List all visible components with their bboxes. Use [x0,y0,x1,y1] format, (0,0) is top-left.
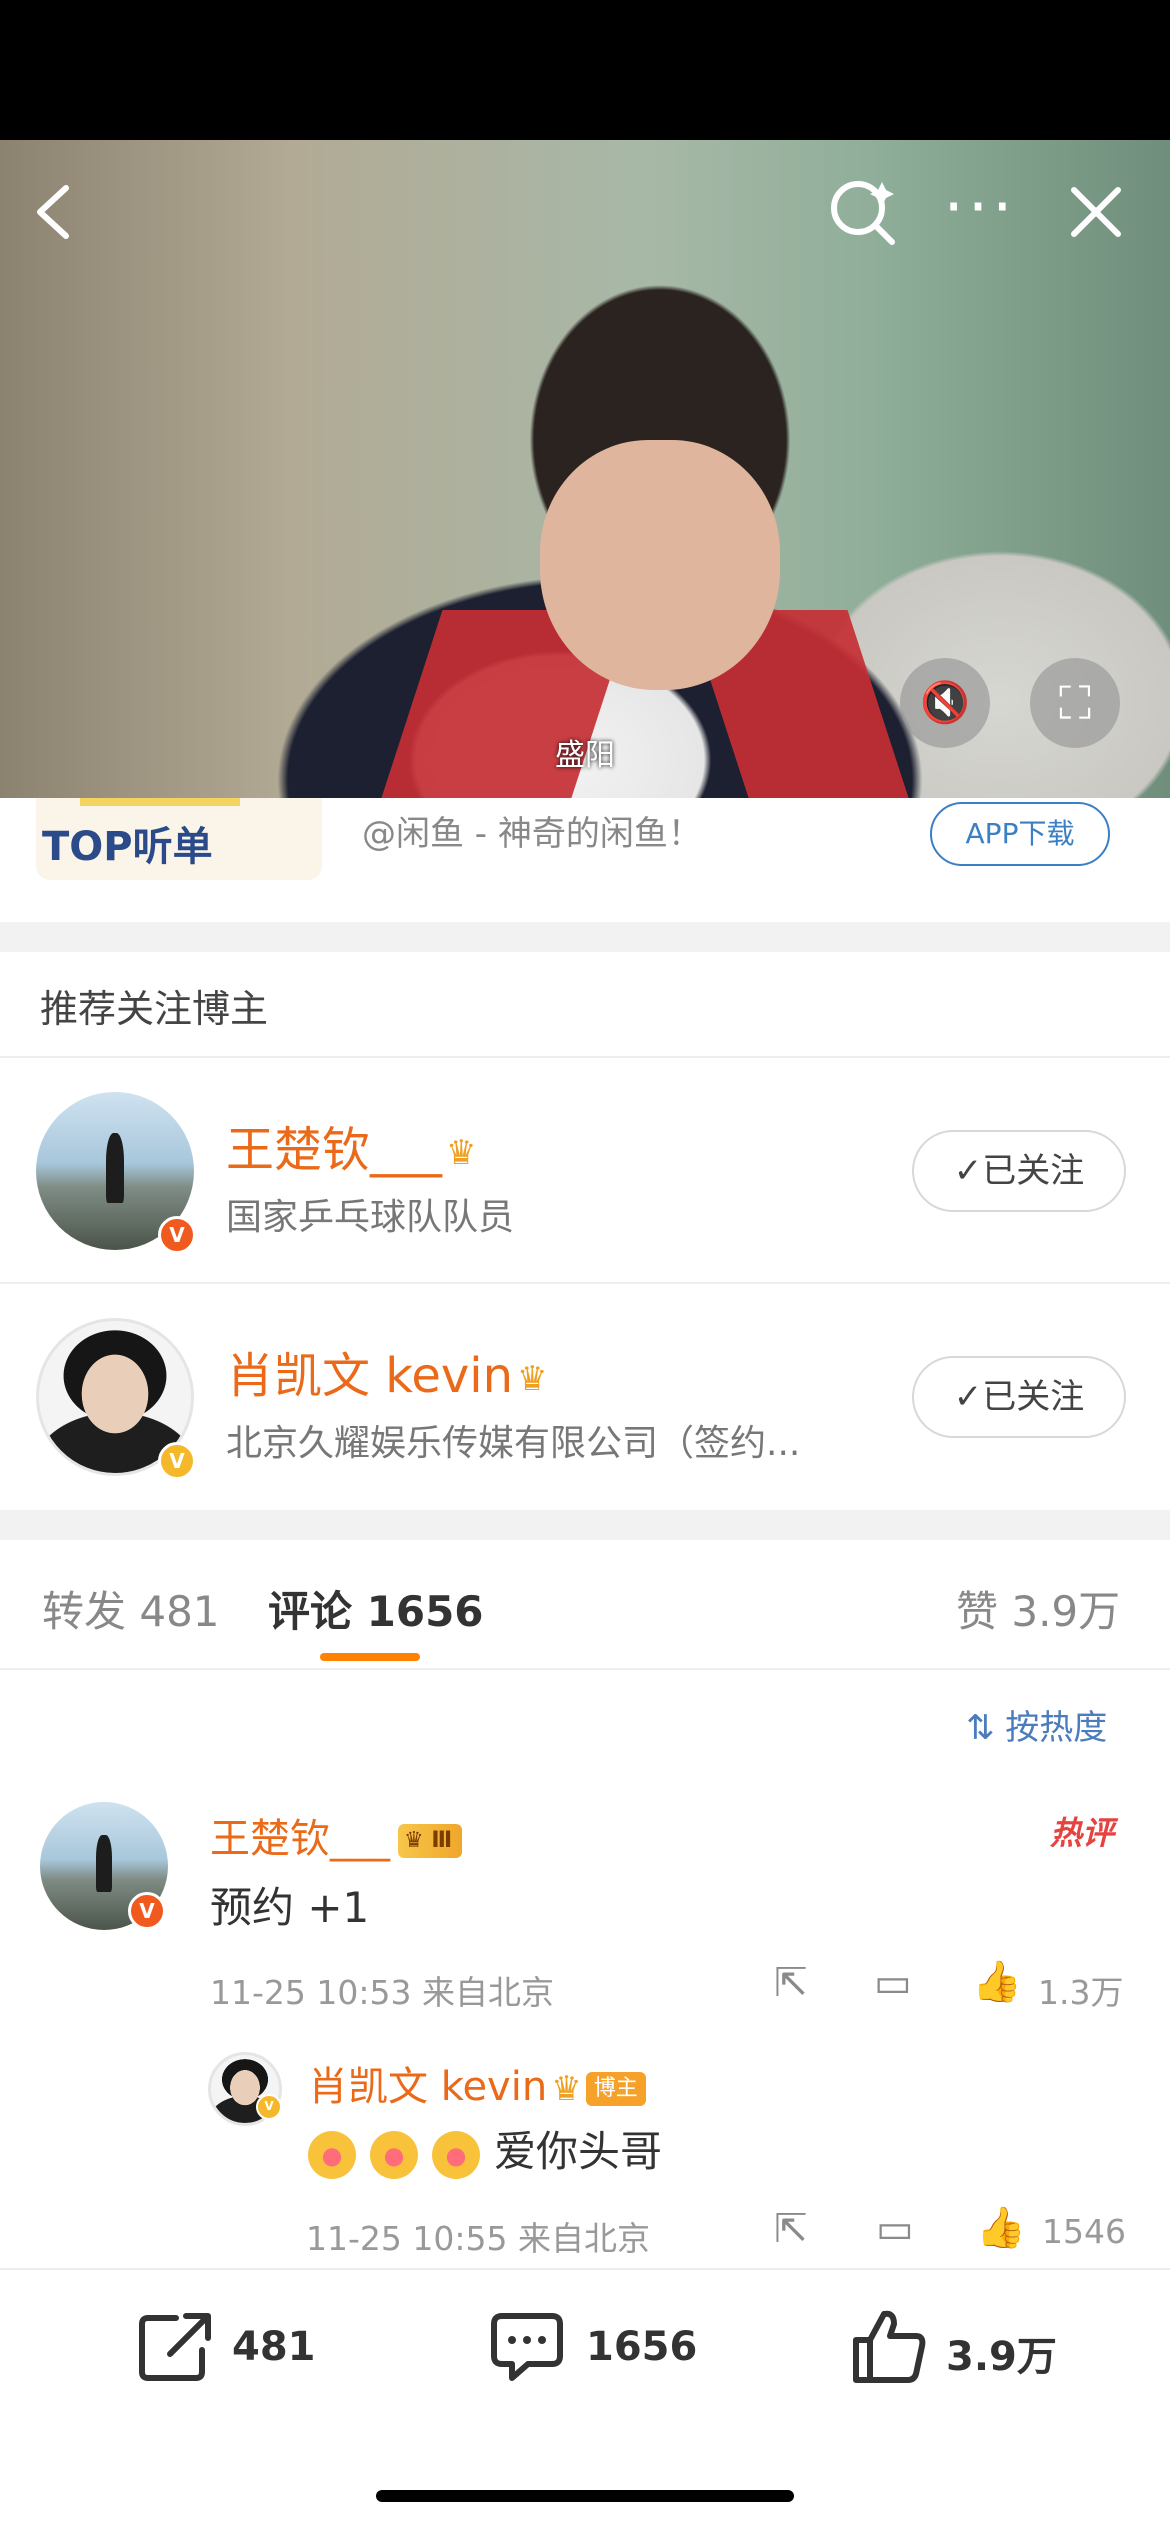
card-accent [80,798,240,806]
emoji-icon [370,2130,418,2179]
divider [0,1668,1170,1670]
verified-badge: V [158,1442,196,1480]
back-icon[interactable] [28,180,78,244]
check-icon: ✓ [953,1377,983,1417]
comment-author[interactable]: 王楚钦___ ♛ Ⅲ [210,1806,463,1864]
close-icon[interactable] [1066,182,1126,242]
blogger-desc: 北京久耀娱乐传媒有限公司（签约... [226,1423,801,1464]
divider [0,1282,1170,1284]
section-gap [0,1510,1170,1540]
section-gap [0,922,1170,952]
tab-like[interactable]: 赞 3.9万 [956,1578,1120,1639]
followed-button[interactable]: ✓已关注 [912,1356,1126,1438]
share-icon[interactable]: ⇱ [774,2206,808,2252]
blogger-role-badge: 博主 [585,2072,646,2106]
divider [0,1056,1170,1058]
recommend-title: 推荐关注博主 [40,987,269,1031]
video-subtitle: 盛阳 [555,738,615,773]
top-playlist-card[interactable]: TOP听单 [36,798,322,880]
reply-text: 爱你头哥 [308,2118,662,2179]
like-count: 1.3万 [1038,1973,1124,2012]
home-indicator [376,2490,794,2502]
verified-badge: V [158,1216,196,1254]
like-icon[interactable]: 👍 [972,1958,1022,2005]
video-frame-detail [540,440,780,690]
comment-meta: 11-25 10:53 来自北京 [210,1973,554,2012]
emoji-icon [308,2130,356,2179]
verified-badge: V [128,1892,166,1930]
ad-text[interactable]: @闲鱼 - 神奇的闲鱼！ [362,806,702,855]
status-bar [0,0,1170,140]
search-icon[interactable] [826,176,898,248]
like-count: 1546 [1042,2212,1126,2251]
emoji-icon [432,2130,480,2179]
like-count[interactable]: 3.9万 [946,2324,1057,2382]
crown-icon: ♛ [404,1828,424,1853]
repost-icon[interactable] [136,2310,216,2386]
comment-count[interactable]: 1656 [586,2324,697,2370]
blogger-desc: 国家乒乓球队队员 [226,1197,515,1238]
crown-icon: ♛ [446,1133,477,1173]
reply-icon[interactable]: ▭ [874,1960,912,2006]
reply-meta: 11-25 10:55 来自北京 [306,2219,650,2258]
app-download-button[interactable]: APP下载 [930,802,1110,866]
crown-icon: ♛ [517,1359,548,1399]
tab-comment[interactable]: 评论 1656 [268,1578,484,1639]
like-icon[interactable]: 👍 [976,2204,1026,2251]
comment-icon[interactable] [488,2310,566,2386]
verified-badge: V [256,2094,282,2120]
followed-button[interactable]: ✓已关注 [912,1130,1126,1212]
check-icon: ✓ [953,1151,983,1191]
top-playlist-label: TOP听单 [42,824,213,870]
blogger-name[interactable]: 王楚钦___ ♛ [226,1110,477,1180]
reply-author[interactable]: 肖凯文 kevin ♛ 博主 [308,2054,646,2112]
sort-icon: ⇅ [966,1708,1006,1748]
reply-icon[interactable]: ▭ [876,2206,914,2252]
sort-button[interactable]: ⇅ 按热度 [966,1700,1107,1749]
blogger-name[interactable]: 肖凯文 kevin ♛ [226,1336,548,1406]
share-icon[interactable]: ⇱ [774,1960,808,2006]
level-badge: ♛ Ⅲ [398,1824,463,1858]
hot-comment-badge: 热评 [1050,1814,1115,1852]
tab-repost[interactable]: 转发 481 [42,1578,220,1639]
more-icon[interactable]: ··· [940,176,1020,240]
like-icon[interactable] [850,2306,928,2386]
crown-icon: ♛ [551,2069,582,2109]
video-player[interactable]: ··· 🔇 ⛶ 盛阳 [0,140,1170,798]
repost-count[interactable]: 481 [232,2324,316,2370]
active-tab-indicator [320,1653,420,1661]
comment-text: 预约 +1 [210,1883,370,1932]
